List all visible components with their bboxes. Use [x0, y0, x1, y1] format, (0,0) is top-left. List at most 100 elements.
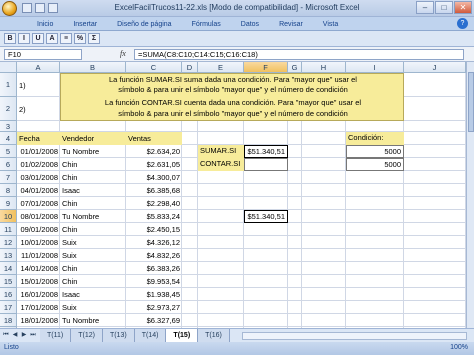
sales-cell[interactable]: $4.832,26 — [126, 249, 182, 262]
condition-value-2[interactable]: 5000 — [346, 158, 404, 171]
name-box[interactable]: F10 — [4, 49, 82, 60]
row-header-3[interactable]: 3 — [0, 121, 17, 132]
date-cell[interactable]: 08/01/2008 — [17, 210, 60, 223]
sales-cell[interactable]: $2.631,05 — [126, 158, 182, 171]
tab-vista[interactable]: Vista — [314, 19, 347, 31]
row-header-14[interactable]: 14 — [0, 262, 17, 275]
row-header-6[interactable]: 6 — [0, 158, 17, 171]
seller-cell[interactable]: Isaac — [60, 288, 126, 301]
date-cell[interactable]: 18/01/2008 — [17, 314, 60, 327]
formula-input[interactable]: =SUMA(C8:C10;C14:C15;C16:C18) — [134, 49, 464, 60]
contar-value[interactable] — [244, 158, 288, 171]
seller-cell[interactable]: Chin — [60, 275, 126, 288]
horizontal-scrollbar[interactable] — [242, 332, 467, 340]
row-header-5[interactable]: 5 — [0, 145, 17, 158]
seller-cell[interactable]: Suix — [60, 236, 126, 249]
date-cell[interactable]: 03/01/2008 — [17, 171, 60, 184]
column-header-h[interactable]: H — [302, 62, 346, 73]
italic-icon[interactable]: I — [18, 33, 30, 44]
column-header-d[interactable]: D — [182, 62, 198, 73]
date-cell[interactable]: 17/01/2008 — [17, 301, 60, 314]
date-cell[interactable]: 04/01/2008 — [17, 184, 60, 197]
table-header-2[interactable]: Ventas — [126, 132, 182, 145]
sales-cell[interactable]: $6.385,68 — [126, 184, 182, 197]
seller-cell[interactable]: Suix — [60, 249, 126, 262]
date-cell[interactable]: 09/01/2008 — [17, 223, 60, 236]
bold-icon[interactable]: B — [4, 33, 16, 44]
vertical-scrollbar[interactable] — [466, 62, 474, 328]
percent-icon[interactable]: % — [74, 33, 86, 44]
column-header-c[interactable]: C — [126, 62, 182, 73]
sales-cell[interactable]: $4.300,07 — [126, 171, 182, 184]
tab-datos[interactable]: Datos — [232, 19, 268, 31]
vertical-scroll-thumb[interactable] — [468, 72, 474, 132]
contar-label[interactable]: CONTAR.SI — [198, 158, 244, 171]
date-cell[interactable]: 11/01/2008 — [17, 249, 60, 262]
f10-value-cell[interactable]: $51.340,51 — [244, 210, 288, 223]
close-button[interactable]: ✕ — [454, 1, 472, 14]
sales-cell[interactable]: $6.327,69 — [126, 314, 182, 327]
date-cell[interactable]: 01/01/2008 — [17, 145, 60, 158]
tab-inicio[interactable]: Inicio — [28, 19, 62, 31]
tab-formulas[interactable]: Fórmulas — [183, 19, 230, 31]
row-header-15[interactable]: 15 — [0, 275, 17, 288]
row-header-4[interactable]: 4 — [0, 132, 17, 145]
tab-revisar[interactable]: Revisar — [270, 19, 312, 31]
first-sheet-icon[interactable]: ⏮ — [2, 331, 10, 340]
sales-cell[interactable]: $2.298,40 — [126, 197, 182, 210]
help-icon[interactable]: ? — [457, 18, 468, 29]
date-cell[interactable]: 16/01/2008 — [17, 288, 60, 301]
font-color-icon[interactable]: A — [46, 33, 58, 44]
seller-cell[interactable]: Tu Nombre — [60, 210, 126, 223]
condition-label[interactable]: Condición: — [346, 132, 404, 145]
sales-cell[interactable]: $2.973,27 — [126, 301, 182, 314]
date-cell[interactable]: 07/01/2008 — [17, 197, 60, 210]
table-header-1[interactable]: Vendedor — [60, 132, 126, 145]
row-header-7[interactable]: 7 — [0, 171, 17, 184]
seller-cell[interactable]: Chin — [60, 158, 126, 171]
autosum-icon[interactable]: Σ — [88, 33, 100, 44]
fx-icon[interactable]: fx — [120, 49, 126, 58]
column-header-g[interactable]: G — [288, 62, 302, 73]
row-header-9[interactable]: 9 — [0, 197, 17, 210]
column-header-a[interactable]: A — [17, 62, 60, 73]
table-header-0[interactable]: Fecha — [17, 132, 60, 145]
date-cell[interactable]: 01/02/2008 — [17, 158, 60, 171]
row-header-17[interactable]: 17 — [0, 301, 17, 314]
sumar-label[interactable]: SUMAR.SI — [198, 145, 244, 158]
prev-sheet-icon[interactable]: ◀ — [11, 331, 19, 340]
seller-cell[interactable]: Isaac — [60, 184, 126, 197]
sheet-tab[interactable]: T(12) — [71, 329, 103, 342]
sales-cell[interactable]: $1.938,45 — [126, 288, 182, 301]
seller-cell[interactable]: Chin — [60, 262, 126, 275]
sheet-tab[interactable]: T(13) — [102, 329, 135, 342]
row-header-13[interactable]: 13 — [0, 249, 17, 262]
date-cell[interactable]: 10/01/2008 — [17, 236, 60, 249]
row-header-2[interactable]: 2 — [0, 97, 17, 121]
sheet-tab[interactable]: T(15) — [166, 329, 199, 342]
sheet-tab[interactable]: T(14) — [134, 329, 167, 342]
select-all-button[interactable] — [0, 62, 17, 73]
date-cell[interactable]: 14/01/2008 — [17, 262, 60, 275]
row-header-11[interactable]: 11 — [0, 223, 17, 236]
sheet-tab[interactable]: T(16) — [198, 329, 230, 342]
seller-cell[interactable]: Suix — [60, 301, 126, 314]
condition-value-1[interactable]: 5000 — [346, 145, 404, 158]
sales-cell[interactable]: $9.953,54 — [126, 275, 182, 288]
seller-cell[interactable]: Tu Nombre — [60, 145, 126, 158]
seller-cell[interactable]: Tu Nombre — [60, 314, 126, 327]
row-header-10[interactable]: 10 — [0, 210, 17, 223]
sheet-tab[interactable]: T(11) — [40, 329, 72, 342]
sales-cell[interactable]: $6.383,26 — [126, 262, 182, 275]
next-sheet-icon[interactable]: ▶ — [20, 331, 28, 340]
column-header-i[interactable]: I — [346, 62, 404, 73]
column-header-e[interactable]: E — [198, 62, 244, 73]
tab-diseno-pagina[interactable]: Diseño de página — [108, 19, 181, 31]
column-header-f[interactable]: F — [244, 62, 288, 73]
seller-cell[interactable]: Chin — [60, 197, 126, 210]
worksheet-grid[interactable]: ABCDEFGHIJ 12345678910111213141516171819… — [0, 62, 466, 328]
seller-cell[interactable]: Chin — [60, 171, 126, 184]
date-cell[interactable]: 15/01/2008 — [17, 275, 60, 288]
sales-cell[interactable]: $5.833,24 — [126, 210, 182, 223]
column-header-b[interactable]: B — [60, 62, 126, 73]
